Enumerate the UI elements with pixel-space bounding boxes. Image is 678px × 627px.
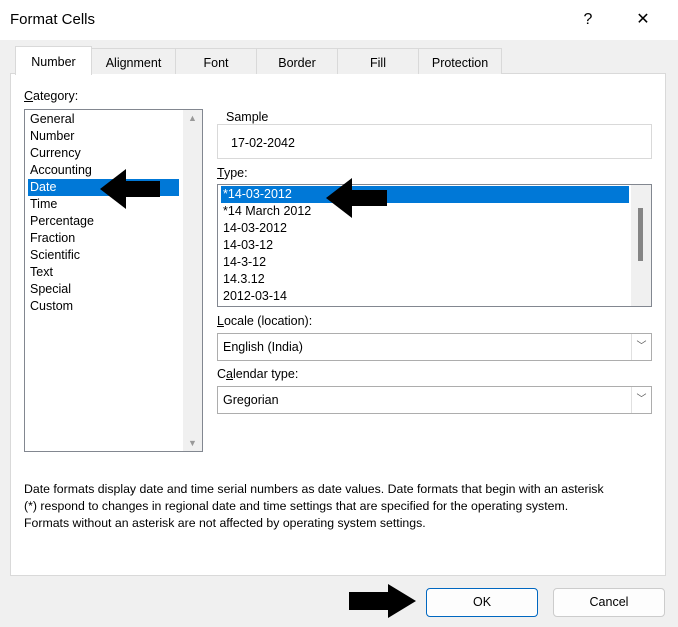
type-scrollbar[interactable] [631, 185, 651, 306]
chevron-down-icon[interactable]: ﹀ [631, 334, 651, 360]
type-label: Type: [217, 166, 248, 180]
locale-label: Locale (location): [217, 314, 313, 328]
category-item[interactable]: Special [28, 281, 179, 298]
tab-border[interactable]: Border [256, 48, 338, 74]
calendar-value: Gregorian [223, 393, 279, 407]
type-item[interactable]: 14.3.12 [221, 271, 629, 288]
type-item[interactable]: 14-3-12 [221, 254, 629, 271]
locale-dropdown[interactable]: English (India) ﹀ [217, 333, 652, 361]
description: Date formats display date and time seria… [24, 481, 604, 532]
tab-alignment[interactable]: Alignment [91, 48, 176, 74]
category-label: Category: [24, 89, 79, 103]
category-item[interactable]: Scientific [28, 247, 179, 264]
sample-label: Sample [224, 110, 271, 124]
type-list[interactable]: *14-03-2012 *14 March 2012 14-03-2012 14-03… [217, 184, 652, 307]
title-bar: Format Cells ? ✕ [0, 0, 678, 40]
category-item[interactable]: Number [28, 128, 179, 145]
calendar-dropdown[interactable]: Gregorian ﹀ [217, 386, 652, 414]
type-item[interactable]: *14-03-2012 [221, 186, 629, 203]
category-item[interactable]: General [28, 111, 179, 128]
tab-number[interactable]: Number [15, 46, 92, 75]
close-button[interactable]: ✕ [628, 8, 658, 32]
calendar-label: Calendar type: [217, 367, 299, 381]
tab-fill[interactable]: Fill [337, 48, 419, 74]
type-item[interactable]: *14 March 2012 [221, 203, 629, 220]
category-item[interactable]: Percentage [28, 213, 179, 230]
category-scrollbar[interactable]: ▲ ▼ [183, 110, 202, 451]
ok-button[interactable]: OK [426, 588, 538, 617]
category-item[interactable]: Text [28, 264, 179, 281]
locale-value: English (India) [223, 340, 303, 354]
chevron-down-icon[interactable]: ﹀ [631, 387, 651, 413]
category-item[interactable]: Fraction [28, 230, 179, 247]
tab-font[interactable]: Font [175, 48, 257, 74]
description-line: Formats without an asterisk are not affe… [24, 516, 426, 530]
sample-value: 17-02-2042 [231, 136, 295, 150]
help-button[interactable]: ? [573, 8, 603, 32]
scroll-up-icon[interactable]: ▲ [183, 113, 202, 123]
cancel-button[interactable]: Cancel [553, 588, 665, 617]
category-item[interactable]: Custom [28, 298, 179, 315]
tab-protection[interactable]: Protection [418, 48, 502, 74]
type-item[interactable]: 14-03-12 [221, 237, 629, 254]
description-line: (*) respond to changes in regional date … [24, 499, 569, 513]
type-item[interactable]: 14-03-2012 [221, 220, 629, 237]
category-list[interactable]: ▲ ▼ General Number Currency Accounting Date T… [24, 109, 203, 452]
arrow-right-icon [349, 584, 416, 618]
scroll-down-icon[interactable]: ▼ [183, 438, 202, 448]
category-item[interactable]: Currency [28, 145, 179, 162]
arrow-left-icon [100, 169, 160, 209]
type-item[interactable]: 2012-03-14 [221, 288, 629, 305]
dialog-title: Format Cells [10, 11, 96, 28]
scroll-thumb[interactable] [638, 208, 643, 261]
arrow-left-icon [326, 178, 387, 218]
description-line: Date formats display date and time seria… [24, 482, 604, 496]
